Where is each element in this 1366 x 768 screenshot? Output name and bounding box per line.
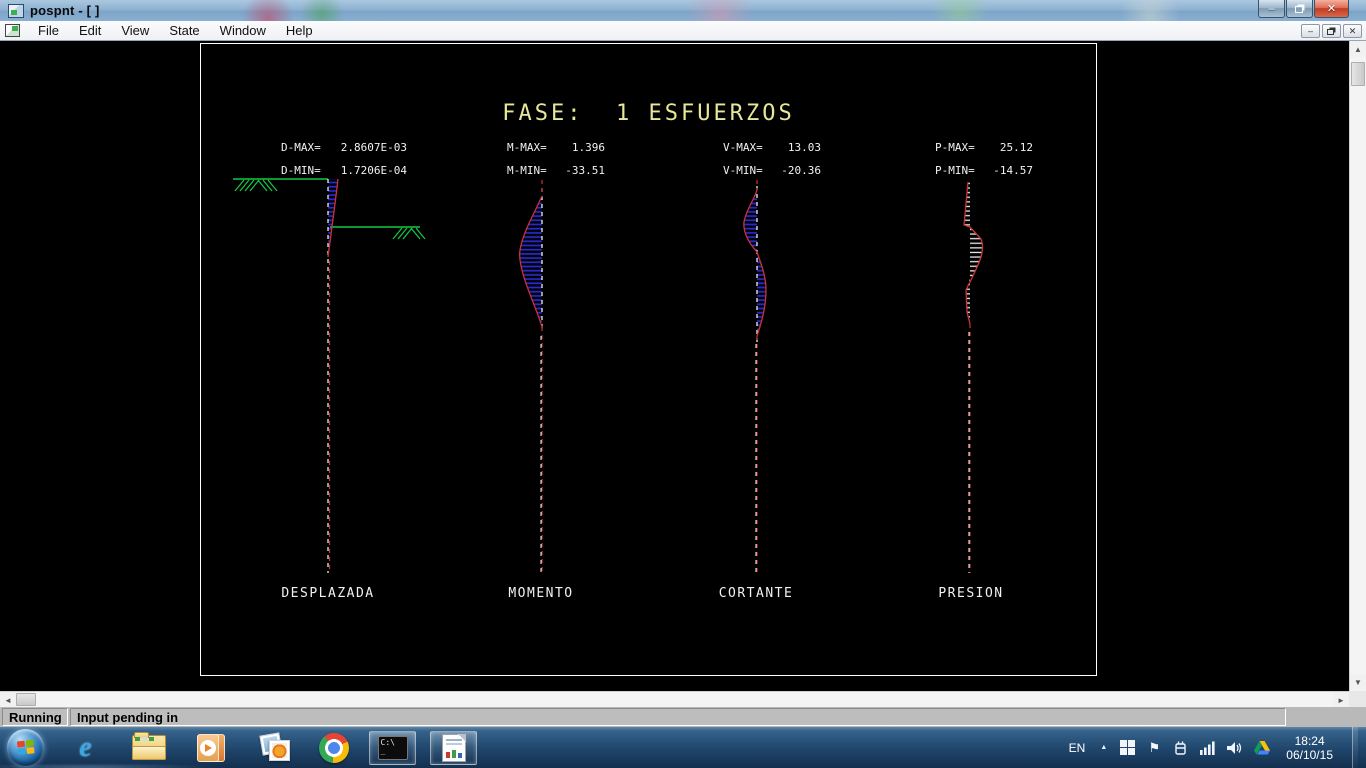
restore-icon: [1294, 6, 1303, 13]
power-plug-icon[interactable]: [1172, 739, 1190, 757]
close-button[interactable]: ✕: [1314, 0, 1349, 18]
status-state-text: Running: [9, 709, 62, 725]
menu-edit[interactable]: Edit: [69, 21, 111, 40]
vertical-scroll-thumb[interactable]: [1351, 62, 1365, 86]
menu-state[interactable]: State: [159, 21, 209, 40]
show-desktop-button[interactable]: [1352, 727, 1358, 768]
scroll-up-icon[interactable]: ▲: [1350, 41, 1366, 57]
status-message: Input pending in: [70, 708, 1286, 726]
ground-hatch-right: [392, 227, 426, 240]
presion-diagram: [963, 181, 984, 573]
folder-icon: [131, 732, 166, 760]
status-message-text: Input pending in: [77, 709, 179, 725]
desplazada-diagram: [233, 178, 426, 573]
label-presion: PRESION: [938, 586, 1004, 601]
pospnt-graphics-icon: [441, 733, 466, 762]
minimize-icon: –: [1268, 2, 1275, 15]
m-max-label: M-MAX=: [507, 141, 547, 154]
mdi-close-button[interactable]: ✕: [1343, 24, 1362, 38]
desktop-panes-icon[interactable]: [1118, 739, 1136, 757]
language-indicator[interactable]: EN: [1065, 741, 1090, 755]
taskbar-clock[interactable]: 18:24 06/10/15: [1280, 734, 1339, 762]
mdi-restore-button[interactable]: [1322, 24, 1341, 38]
taskbar-item-pospnt-graphics[interactable]: [430, 730, 477, 765]
d-max-value: 2.8607E-03: [340, 141, 407, 154]
mdi-restore-icon: [1327, 28, 1334, 35]
console-cursor: _: [380, 745, 386, 755]
system-tray: EN ▲ ⚑ 18:24 06/10/15: [1065, 727, 1366, 768]
photo-viewer-icon: [258, 731, 291, 762]
volume-speaker-icon[interactable]: [1226, 739, 1244, 757]
scroll-right-icon[interactable]: ►: [1333, 692, 1349, 708]
action-center-flag-icon[interactable]: ⚑: [1145, 739, 1163, 757]
media-player-icon: [196, 733, 227, 763]
plot-title: FASE: 1 ESFUERZOS: [502, 101, 795, 126]
clock-date: 06/10/15: [1286, 747, 1333, 762]
p-max-label: P-MAX=: [935, 141, 975, 154]
scroll-left-icon[interactable]: ◄: [0, 692, 16, 708]
vertical-scrollbar[interactable]: ▲ ▼: [1349, 41, 1366, 691]
cortante-diagram: [743, 180, 767, 573]
taskbar-item-windows-explorer[interactable]: [117, 728, 180, 768]
mdi-window-controls: – ✕: [1301, 24, 1362, 38]
menu-help[interactable]: Help: [276, 21, 323, 40]
status-bar: Running Input pending in: [0, 707, 1366, 727]
ground-hatch-left: [234, 179, 278, 192]
windows-logo-icon: [16, 740, 34, 755]
status-state: Running: [2, 708, 68, 726]
v-max-value: 13.03: [787, 141, 821, 154]
app-icon[interactable]: [8, 3, 24, 18]
google-drive-icon[interactable]: [1253, 739, 1271, 757]
scroll-down-icon[interactable]: ▼: [1350, 674, 1366, 690]
menu-view[interactable]: View: [111, 21, 159, 40]
command-prompt-icon: C:\ _: [377, 735, 408, 760]
horizontal-scrollbar[interactable]: ◄ ►: [0, 691, 1349, 708]
window-controls: – ✕: [1257, 0, 1349, 18]
menubar: File Edit View State Window Help – ✕: [0, 21, 1366, 41]
p-max-value: 25.12: [999, 141, 1033, 154]
menu-window[interactable]: Window: [210, 21, 276, 40]
taskbar-item-photo-viewer[interactable]: [243, 728, 306, 768]
chevron-up-icon[interactable]: ▲: [1098, 744, 1109, 751]
d-max-label: D-MAX=: [281, 141, 321, 154]
horizontal-scroll-thumb[interactable]: [16, 693, 36, 706]
minimize-button[interactable]: –: [1258, 0, 1285, 18]
taskbar-item-internet-explorer[interactable]: e: [54, 728, 117, 768]
moment-fill: [519, 196, 542, 327]
clock-time: 18:24: [1294, 733, 1325, 748]
mdi-minimize-button[interactable]: –: [1301, 24, 1320, 38]
momento-diagram: [519, 180, 543, 573]
label-desplazada: DESPLAZADA: [281, 586, 375, 601]
mdi-minimize-icon: –: [1307, 26, 1313, 36]
menu-file[interactable]: File: [28, 21, 69, 40]
v-max-label: V-MAX=: [723, 141, 763, 154]
mdi-document-icon[interactable]: [5, 24, 20, 37]
internet-explorer-icon: e: [79, 731, 92, 763]
taskbar: e C:\ _ EN ▲ ⚑ 18:24 06/10/15: [0, 727, 1366, 768]
taskbar-item-chrome[interactable]: [306, 728, 362, 768]
m-max-value: 1.396: [571, 141, 605, 154]
scrollbar-corner: [1349, 691, 1366, 707]
label-cortante: CORTANTE: [718, 586, 794, 601]
label-momento: MOMENTO: [508, 586, 574, 601]
taskbar-item-command-prompt[interactable]: C:\ _: [369, 730, 416, 765]
desktop: pospnt - [ ] – ✕ File Edit View State Wi…: [0, 0, 1366, 768]
restore-button[interactable]: [1286, 0, 1313, 18]
taskbar-item-media-player[interactable]: [180, 728, 243, 768]
start-button[interactable]: [7, 729, 44, 766]
chrome-icon: [319, 732, 349, 763]
window-titlebar: pospnt - [ ] – ✕: [0, 0, 1366, 21]
close-icon: ✕: [1326, 3, 1337, 15]
mdi-close-icon: ✕: [1348, 25, 1357, 36]
network-signal-icon[interactable]: [1199, 739, 1217, 757]
window-title: pospnt - [ ]: [30, 3, 100, 18]
